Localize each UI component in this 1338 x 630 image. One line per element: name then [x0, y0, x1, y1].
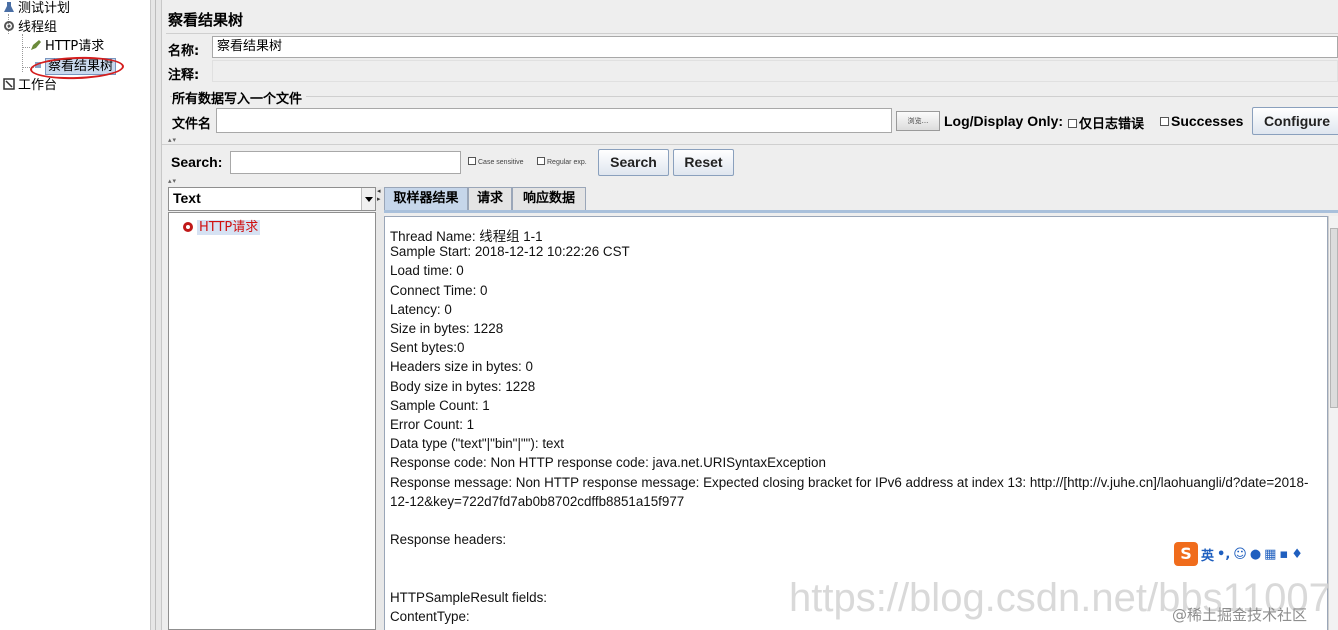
sogou-logo-icon: S — [1174, 542, 1198, 566]
panel-title: 察看结果树 — [168, 11, 244, 29]
ime-toolbar[interactable]: S 英 •, ☺ ● ▦ ▪ ♦ — [1174, 541, 1303, 567]
arrow-left-icon[interactable]: ◂ — [377, 187, 381, 195]
detail-line: Data type ("text"|"bin"|""): text — [390, 436, 564, 452]
renderer-selected: Text — [173, 190, 201, 206]
tree-node-label: 工作台 — [18, 78, 58, 93]
group-border — [170, 96, 1338, 97]
divider — [166, 33, 1338, 34]
punctuation-icon[interactable]: •, — [1217, 547, 1230, 562]
detail-line: Connect Time: 0 — [390, 282, 488, 298]
detail-line: Thread Name: 线程组 1-1 — [390, 229, 543, 244]
results-splitter[interactable]: ◂ ▸ — [376, 187, 384, 630]
detail-line: Size in bytes: 1228 — [390, 321, 504, 336]
errors-only-label: 仅日志错误 — [1079, 117, 1145, 132]
detail-line: Headers size in bytes: 0 — [390, 359, 533, 375]
skin-icon[interactable]: ♦ — [1291, 547, 1303, 562]
configure-button[interactable]: Configure — [1252, 107, 1338, 135]
reset-button[interactable]: Reset — [673, 149, 734, 176]
flask-icon — [3, 1, 15, 13]
search-button[interactable]: Search — [598, 149, 669, 176]
workbench-icon — [3, 78, 15, 90]
filename-field[interactable] — [216, 108, 892, 133]
file-group-title: 所有数据写入一个文件 — [172, 88, 307, 107]
sample-item-label: HTTP请求 — [197, 220, 261, 235]
tree-node-thread-group[interactable]: 线程组 — [3, 19, 57, 37]
detail-line: Body size in bytes: 1228 — [390, 378, 536, 394]
tree-node-workbench[interactable]: 工作台 — [3, 77, 57, 95]
regex-label: Regular exp. — [547, 159, 587, 166]
detail-line: 12-12&key=722d7fd7ab0b8702cdffb8851a15f9… — [390, 493, 685, 509]
juejin-watermark: @稀土掘金技术社区 — [1172, 606, 1308, 624]
detail-line: HTTPSampleResult fields: — [390, 589, 548, 605]
view-results-tree-panel: 察看结果树 名称: 察看结果树 注释: 所有数据写入一个文件 文件名 浏览...… — [162, 0, 1338, 630]
detail-line: Error Count: 1 — [390, 417, 475, 432]
tab-request[interactable]: 请求 — [468, 187, 512, 211]
renderer-select[interactable]: Text — [168, 187, 376, 211]
scrollbar-thumb[interactable] — [1330, 228, 1338, 408]
detail-line: Latency: 0 — [390, 301, 452, 317]
test-plan-tree: 测试计划 线程组 HTTP请求 察看结果树 工作台 — [0, 0, 150, 630]
detail-line: Response headers: — [390, 532, 507, 548]
checkbox-box[interactable] — [537, 157, 545, 165]
successes-label: Successes — [1171, 113, 1244, 129]
checkbox-box[interactable] — [1160, 117, 1169, 126]
emoji-icon[interactable]: ☺ — [1233, 547, 1247, 562]
detail-line: ContentType: — [390, 609, 470, 624]
tools-icon[interactable]: ▪ — [1279, 547, 1288, 562]
keyboard-icon[interactable]: ▦ — [1264, 547, 1276, 562]
tab-sampler-result[interactable]: 取样器结果 — [384, 187, 468, 211]
vertical-scrollbar[interactable] — [1328, 216, 1338, 630]
name-field[interactable]: 察看结果树 — [212, 36, 1338, 58]
case-sensitive-checkbox[interactable]: Case sensitive — [468, 157, 524, 166]
detail-line: Response message: Non HTTP response mess… — [390, 474, 1309, 490]
tab-response-data[interactable]: 响应数据 — [512, 187, 586, 211]
error-shield-icon — [183, 222, 193, 232]
regex-checkbox[interactable]: Regular exp. — [537, 157, 587, 166]
detail-line: Sent bytes:0 — [390, 340, 465, 356]
errors-only-checkbox[interactable]: 仅日志错误 — [1068, 113, 1144, 132]
search-label: Search: — [171, 154, 223, 170]
tree-node-label: 线程组 — [18, 20, 58, 35]
browse-button[interactable]: 浏览... — [896, 111, 940, 131]
gear-icon — [3, 20, 15, 32]
detail-line: Sample Start: 2018-12-12 10:22:26 CST — [390, 244, 630, 260]
sample-result-tree: HTTP请求 — [168, 212, 376, 630]
tree-splitter[interactable] — [150, 0, 162, 630]
filename-label: 文件名 — [172, 117, 212, 132]
tree-node-label: 测试计划 — [18, 1, 71, 16]
detail-line: Response code: Non HTTP response code: j… — [390, 455, 826, 471]
tree-node-http-request[interactable]: HTTP请求 — [30, 38, 104, 56]
ime-language-label[interactable]: 英 — [1201, 545, 1214, 564]
comment-field[interactable] — [212, 60, 1338, 82]
chevron-down-icon[interactable] — [361, 188, 375, 210]
successes-checkbox[interactable]: Successes — [1160, 113, 1243, 129]
checkbox-box[interactable] — [1068, 119, 1077, 128]
arrow-right-icon[interactable]: ▸ — [377, 195, 381, 203]
collapse-handle[interactable]: ▴▾ — [168, 177, 177, 185]
divider — [162, 144, 1338, 145]
sample-item[interactable]: HTTP请求 — [183, 216, 261, 235]
detail-line: Sample Count: 1 — [390, 397, 490, 413]
detail-line: Load time: 0 — [390, 263, 464, 279]
search-input[interactable] — [230, 151, 461, 174]
pencil-icon — [30, 39, 42, 51]
collapse-handle[interactable]: ▴▾ — [168, 136, 177, 144]
jmeter-window: 测试计划 线程组 HTTP请求 察看结果树 工作台 察看结果树 名称: 察看结果… — [0, 0, 1338, 630]
comment-label: 注释: — [168, 68, 200, 83]
tree-node-test-plan[interactable]: 测试计划 — [3, 0, 70, 18]
case-sensitive-label: Case sensitive — [478, 159, 524, 166]
tab-content: Thread Name: 线程组 1-1 Sample Start: 2018-1… — [384, 210, 1338, 630]
microphone-icon[interactable]: ● — [1250, 547, 1261, 562]
name-label: 名称: — [168, 44, 200, 59]
checkbox-box[interactable] — [468, 157, 476, 165]
sampler-result-text[interactable]: Thread Name: 线程组 1-1 Sample Start: 2018-1… — [384, 216, 1328, 630]
log-display-label: Log/Display Only: — [944, 113, 1064, 129]
tree-node-label: HTTP请求 — [45, 39, 105, 54]
